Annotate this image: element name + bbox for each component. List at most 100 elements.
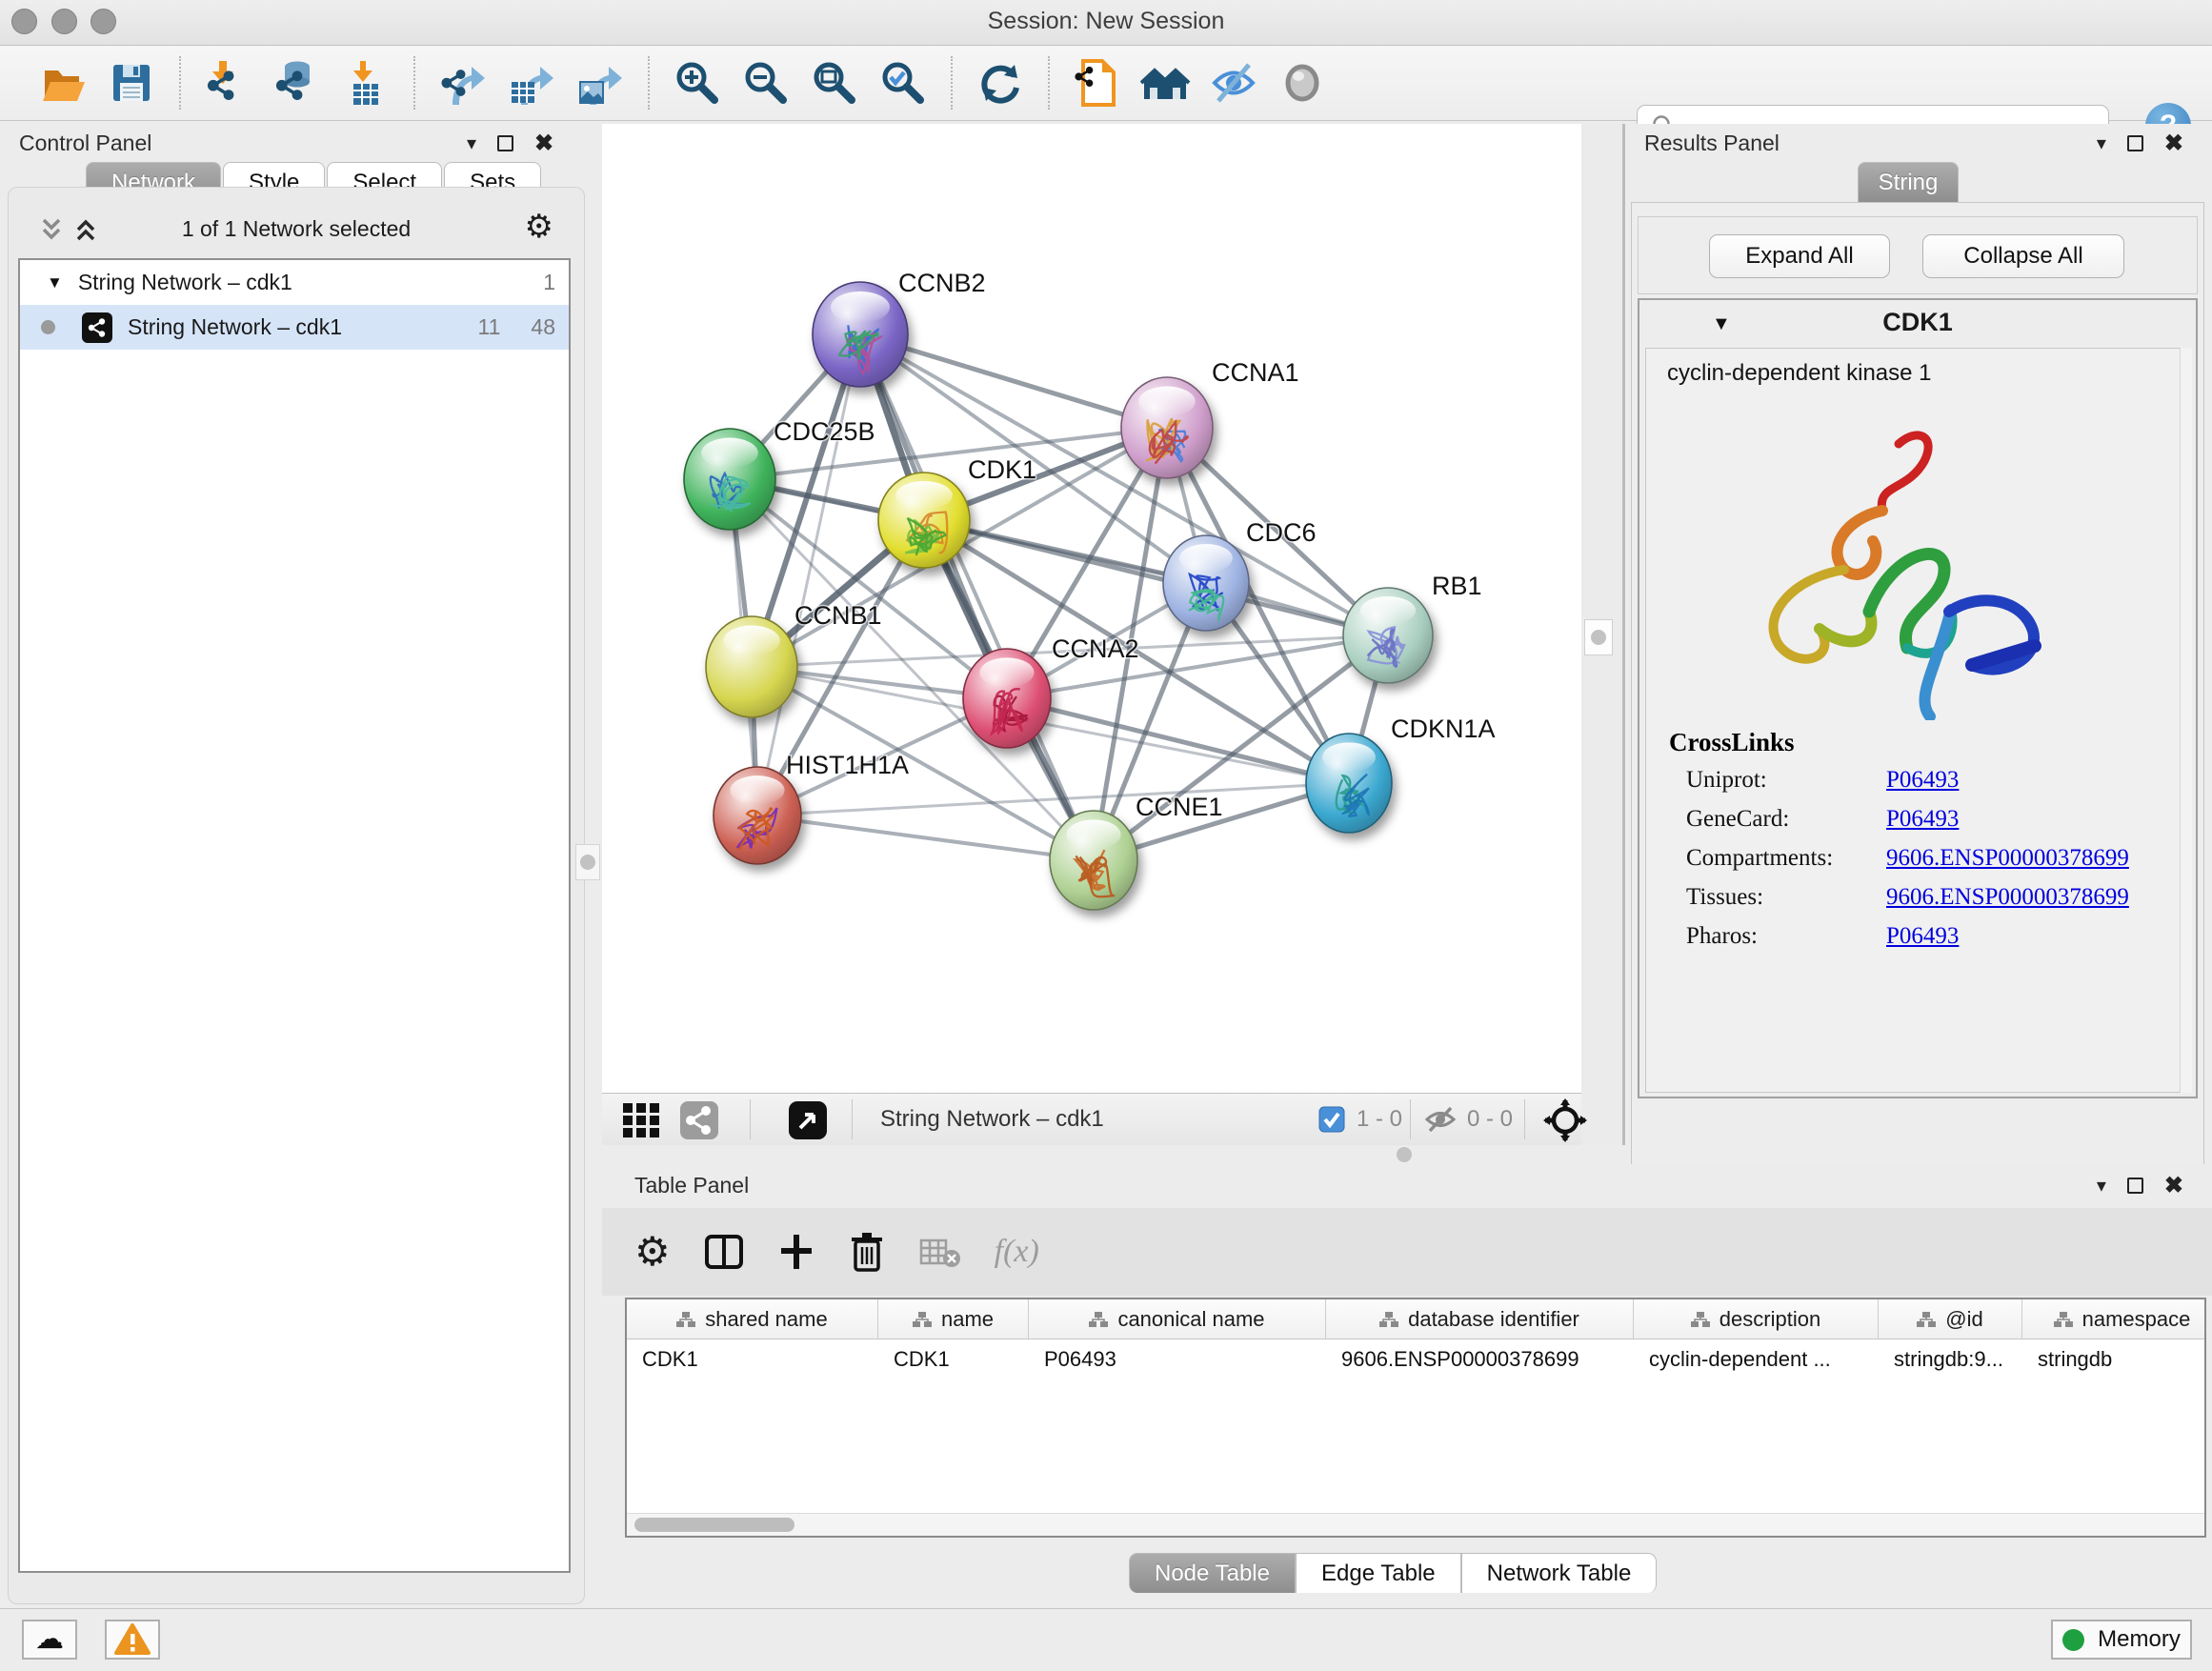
close-panel-icon[interactable]: ✖ [534,132,553,155]
network-row[interactable]: String Network – cdk1 11 48 [20,305,569,350]
collapse-triangle-icon[interactable]: ▼ [47,273,63,292]
network-node-CCNA2[interactable] [963,649,1051,748]
crosslink-link[interactable]: 9606.ENSP00000378699 [1886,845,2129,872]
maximize-panel-icon[interactable] [497,135,513,151]
export-network-icon[interactable] [436,56,490,110]
selected-checkbox-icon[interactable] [1318,1106,1345,1133]
export-table-icon[interactable] [505,56,558,110]
network-node-CDKN1A[interactable] [1306,734,1392,833]
import-network-database-icon[interactable] [271,56,324,110]
string-results-container: Expand All Collapse All ▼ CDK1 cyclin-de… [1631,202,2204,1216]
float-panel-icon[interactable]: ▾ [467,131,476,155]
save-session-icon[interactable] [105,56,158,110]
show-all-icon[interactable] [1277,56,1330,110]
network-node-CCNE1[interactable] [1050,811,1137,910]
network-node-HIST1H1A[interactable] [714,767,801,864]
tab-edge-table[interactable]: Edge Table [1296,1553,1461,1593]
protein-entry-content: cyclin-dependent kinase 1 CrossLinks Uni… [1645,348,2181,1093]
table-panel: Table Panel ▾ ✖ ⚙ f(x) shared namenameca… [602,1164,2212,1608]
network-collection-row[interactable]: ▼ String Network – cdk1 1 [20,260,569,305]
show-hide-navigator-icon[interactable] [1139,56,1193,110]
crosslinks-section: CrossLinks Uniprot:P06493GeneCard:P06493… [1669,728,2129,962]
node-table[interactable]: shared namenamecanonical namedatabase id… [625,1298,2206,1538]
cloud-icon[interactable]: ☁ [22,1620,77,1660]
show-columns-icon[interactable] [703,1231,745,1273]
float-panel-icon[interactable]: ▾ [2097,1174,2106,1198]
network-node-CCNB2[interactable] [813,282,908,387]
zoom-out-icon[interactable] [739,56,793,110]
tab-node-table[interactable]: Node Table [1129,1553,1296,1593]
collapse-all-button[interactable]: Collapse All [1922,234,2124,278]
tab-network-table[interactable]: Network Table [1461,1553,1658,1593]
column-header-namespace[interactable]: namespace [2022,1299,2206,1339]
crosslink-label: Compartments: [1686,845,1886,872]
crosslink-link[interactable]: P06493 [1886,806,1959,833]
hide-selected-icon[interactable] [1208,56,1261,110]
right-splitter-handle[interactable] [1584,619,1613,655]
table-toolbar: ⚙ f(x) [602,1208,2212,1296]
column-header-name[interactable]: name [878,1299,1029,1339]
memory-button[interactable]: Memory [2051,1620,2192,1660]
crosslink-link[interactable]: P06493 [1886,767,1959,794]
network-node-CDC25B[interactable] [684,429,775,530]
network-view-title: String Network – cdk1 [880,1106,1104,1133]
close-panel-icon[interactable]: ✖ [2164,132,2183,155]
control-panel: Control Panel ▾ ✖ NetworkStyleSelectSets… [0,124,593,1608]
column-header-shared-name[interactable]: shared name [627,1299,878,1339]
left-splitter-handle[interactable] [575,844,600,880]
zoom-selected-icon[interactable] [876,56,930,110]
crosslink-row: GeneCard:P06493 [1669,806,2129,833]
network-node-RB1[interactable] [1343,588,1433,683]
warning-icon[interactable] [105,1620,160,1660]
column-header-canonical-name[interactable]: canonical name [1029,1299,1326,1339]
refresh-view-icon[interactable] [974,56,1027,110]
table-options-gear-icon[interactable]: ⚙ [634,1232,671,1272]
delete-table-icon[interactable] [918,1233,962,1271]
maximize-panel-icon[interactable] [2127,135,2143,151]
network-share-icon[interactable] [680,1101,718,1139]
import-table-file-icon[interactable] [339,56,392,110]
table-cell: cyclin-dependent ... [1634,1339,1879,1379]
open-in-new-window-icon[interactable] [789,1101,827,1139]
table-horizontal-scrollbar[interactable] [627,1513,2204,1536]
zoom-fit-icon[interactable] [808,56,861,110]
column-header-description[interactable]: description [1634,1299,1879,1339]
expand-all-button[interactable]: Expand All [1709,234,1890,278]
export-image-icon[interactable] [573,56,627,110]
network-node-CCNA1[interactable] [1121,377,1213,478]
node-label-CDKN1A: CDKN1A [1391,715,1496,743]
import-network-file-icon[interactable] [202,56,255,110]
network-options-gear-icon[interactable]: ⚙ [525,211,553,243]
hidden-counts: 0 - 0 [1467,1106,1513,1133]
control-panel-body: 1 of 1 Network selected ⚙ ▼ String Netwo… [8,187,585,1604]
float-panel-icon[interactable]: ▾ [2097,131,2106,155]
maximize-panel-icon[interactable] [2127,1178,2143,1194]
open-session-icon[interactable] [36,56,90,110]
results-scrollbar[interactable] [2180,348,2192,1093]
close-panel-icon[interactable]: ✖ [2164,1175,2183,1198]
protein-structure-image [1703,415,2084,720]
protein-entry-header[interactable]: ▼ CDK1 [1639,300,2196,346]
control-panel-title: Control Panel [19,131,151,156]
network-node-CDC6[interactable] [1163,535,1249,631]
function-builder-icon[interactable]: f(x) [995,1234,1039,1270]
birdseye-grid-icon[interactable] [621,1101,661,1139]
fit-content-crosshair-icon[interactable] [1543,1098,1587,1142]
new-network-from-file-icon[interactable] [1071,56,1124,110]
tab-string[interactable]: String [1858,162,1959,202]
column-header-database-identifier[interactable]: database identifier [1326,1299,1634,1339]
network-canvas[interactable]: CCNB2 CCNA1 CDC25B CDK1 CDC6 RB1 CCNB1 C… [602,124,1581,1093]
crosslink-link[interactable]: 9606.ENSP00000378699 [1886,884,2129,911]
window-title: Session: New Session [0,8,2212,35]
network-node-CCNB1[interactable] [706,616,797,717]
protein-name: CDK1 [1639,308,2196,337]
delete-column-trash-icon[interactable] [848,1230,886,1274]
network-node-CDK1[interactable] [878,473,970,568]
crosslink-link[interactable]: P06493 [1886,923,1959,950]
hidden-eye-slash-icon[interactable] [1423,1105,1458,1134]
table-row[interactable]: CDK1CDK1P064939606.ENSP00000378699cyclin… [627,1339,2204,1379]
zoom-in-icon[interactable] [671,56,724,110]
node-label-CCNE1: CCNE1 [1136,793,1223,821]
column-header-@id[interactable]: @id [1879,1299,2022,1339]
add-column-icon[interactable] [777,1231,815,1273]
